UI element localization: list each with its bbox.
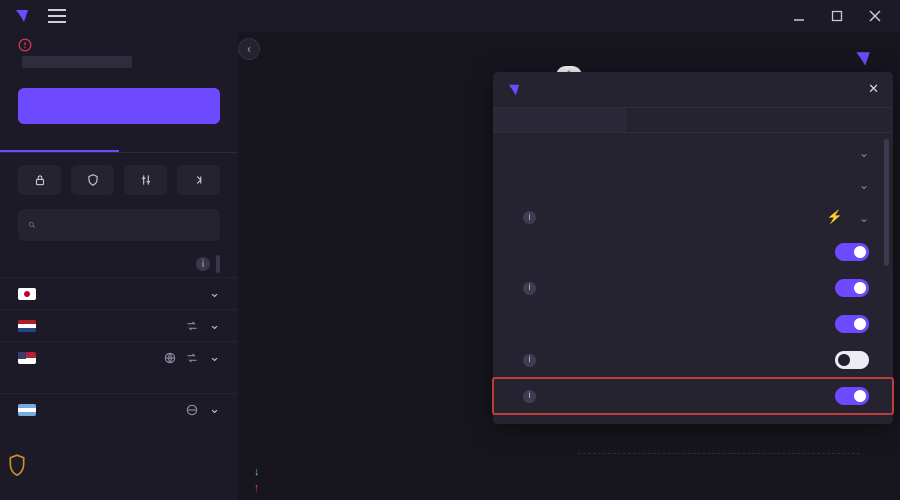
proton-logo-icon bbox=[507, 83, 521, 97]
settings-scrollbar[interactable] bbox=[884, 139, 889, 416]
setting-row-start-on-boot bbox=[493, 234, 893, 270]
flag-japan-icon bbox=[18, 288, 36, 300]
chevron-down-icon: ⌄ bbox=[859, 178, 869, 192]
chevron-down-icon: ⌄ bbox=[209, 350, 220, 365]
chevron-down-icon: ⌄ bbox=[209, 318, 220, 333]
ip-value-masked bbox=[22, 56, 132, 68]
country-row-united-states[interactable]: ⌄ bbox=[0, 341, 238, 373]
filter-tor-icon[interactable] bbox=[177, 165, 220, 195]
setting-row-connect-on-start: i bbox=[493, 270, 893, 306]
info-icon[interactable]: i bbox=[523, 390, 536, 403]
menu-icon[interactable] bbox=[48, 9, 66, 23]
protection-warning bbox=[0, 36, 238, 52]
setting-row-early-access: i bbox=[493, 342, 893, 378]
info-icon[interactable]: i bbox=[523, 354, 536, 367]
setting-row-start-minimized[interactable]: ⌄ bbox=[493, 169, 893, 201]
window-close-icon[interactable] bbox=[866, 7, 884, 25]
window-minimize-icon[interactable] bbox=[790, 7, 808, 25]
country-row-japan[interactable]: ⌄ bbox=[0, 277, 238, 309]
toggle-early-access[interactable] bbox=[835, 351, 869, 369]
tab-countries[interactable] bbox=[0, 132, 119, 152]
toggle-connect-on-start[interactable] bbox=[835, 279, 869, 297]
settings-panel: ✕ ⌄ ⌄ i ⚡ ⌄ bbox=[493, 72, 893, 424]
setting-row-automatic-updates: i bbox=[493, 378, 893, 414]
setting-row-language[interactable]: ⌄ bbox=[493, 137, 893, 169]
speed-panel: ↓ ↑ bbox=[248, 465, 890, 494]
filter-p2p-icon[interactable] bbox=[124, 165, 167, 195]
search-field[interactable] bbox=[18, 209, 220, 241]
filter-shield-icon[interactable] bbox=[71, 165, 114, 195]
flag-argentina-icon bbox=[18, 404, 36, 416]
globe-icon bbox=[163, 351, 177, 365]
proton-logo-icon bbox=[854, 50, 872, 68]
toggle-automatic-updates[interactable] bbox=[835, 387, 869, 405]
info-icon[interactable]: i bbox=[523, 211, 536, 224]
p2p-icon bbox=[185, 319, 199, 333]
free-locations-header: i bbox=[0, 251, 238, 277]
main-panel: ‹ ⌂ ▽ ▽ ▽ ▽ ▽ ↓ ↑ bbox=[238, 32, 900, 500]
sidebar-tabs bbox=[0, 132, 238, 153]
ip-line bbox=[0, 52, 238, 74]
brand-label bbox=[854, 50, 884, 68]
quick-connect-button[interactable] bbox=[18, 88, 220, 124]
settings-tab-connection[interactable] bbox=[626, 108, 759, 132]
info-icon[interactable]: i bbox=[196, 257, 210, 271]
toggle-show-notifications[interactable] bbox=[835, 315, 869, 333]
scrollbar-thumb[interactable] bbox=[216, 255, 220, 273]
filter-lock-icon[interactable] bbox=[18, 165, 61, 195]
p2p-icon bbox=[185, 351, 199, 365]
settings-tab-advanced[interactable] bbox=[760, 108, 893, 132]
collapse-sidebar-button[interactable]: ‹ bbox=[238, 38, 260, 60]
setting-row-quick-connect[interactable]: i ⚡ ⌄ bbox=[493, 201, 893, 234]
search-icon bbox=[28, 218, 36, 232]
window-maximize-icon[interactable] bbox=[828, 7, 846, 25]
info-icon[interactable]: i bbox=[523, 282, 536, 295]
country-row-netherlands[interactable]: ⌄ bbox=[0, 309, 238, 341]
chevron-down-icon: ⌄ bbox=[209, 286, 220, 301]
chevron-down-icon: ⌄ bbox=[209, 402, 220, 417]
titlebar bbox=[0, 0, 900, 32]
country-row-argentina[interactable]: ⌄ bbox=[0, 393, 238, 425]
chevron-down-icon: ⌄ bbox=[859, 146, 869, 160]
speed-chart-baseline bbox=[578, 453, 860, 454]
app-logo-icon bbox=[14, 8, 30, 24]
settings-tab-general[interactable] bbox=[493, 108, 626, 132]
sidebar: i ⌄ ⌄ ⌄ bbox=[0, 32, 238, 500]
bolt-icon: ⚡ bbox=[827, 210, 843, 225]
chevron-down-icon: ⌄ bbox=[859, 211, 869, 225]
country-list: ⌄ ⌄ ⌄ ⌄ bbox=[0, 277, 238, 496]
search-input[interactable] bbox=[44, 218, 210, 233]
tab-profiles[interactable] bbox=[119, 132, 238, 152]
flag-netherlands-icon bbox=[18, 320, 36, 332]
alert-icon bbox=[18, 38, 32, 52]
flag-us-icon bbox=[18, 352, 36, 364]
settings-close-button[interactable]: ✕ bbox=[868, 82, 879, 97]
globe-icon bbox=[185, 403, 199, 417]
setting-row-show-notifications bbox=[493, 306, 893, 342]
toggle-start-on-boot[interactable] bbox=[835, 243, 869, 261]
